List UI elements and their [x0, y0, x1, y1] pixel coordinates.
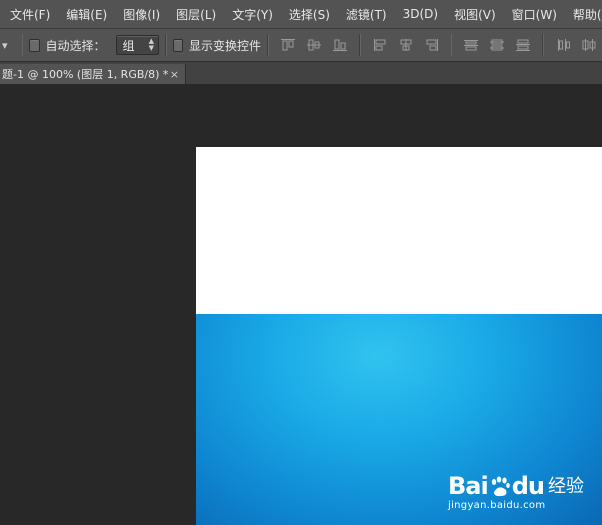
menu-file[interactable]: 文件(F) — [0, 0, 58, 28]
distribute-left-edges-icon — [558, 39, 571, 51]
menu-bar: 文件(F) 编辑(E) 图像(I) 图层(L) 文字(Y) 选择(S) 滤镜(T… — [0, 0, 602, 29]
options-divider — [267, 34, 269, 56]
align-horizontal-centers-icon — [400, 39, 412, 51]
distribute-bottom-edges-icon — [516, 39, 531, 51]
distribute-horizontal-buttons — [550, 34, 602, 56]
options-divider — [450, 34, 453, 56]
options-divider — [542, 34, 545, 56]
distribute-horizontal-centers-icon — [582, 39, 596, 51]
canvas-white-area — [196, 147, 602, 314]
updown-arrows-icon: ▲ ▼ — [148, 37, 154, 52]
tool-preset-dropdown[interactable]: ▾ — [0, 29, 16, 61]
distribute-top-edges-button[interactable] — [458, 34, 484, 56]
document-tab[interactable]: 题-1 @ 100% (图层 1, RGB/8) * × — [0, 64, 186, 84]
menu-window[interactable]: 窗口(W) — [504, 0, 565, 28]
watermark-jingyan: 经验 — [548, 476, 584, 497]
menu-edit[interactable]: 编辑(E) — [58, 0, 115, 28]
show-transform-label: 显示变换控件 — [189, 38, 262, 53]
options-divider — [21, 34, 24, 56]
watermark-logo: Bai du 经验 — [448, 474, 584, 498]
menu-3d[interactable]: 3D(D) — [395, 0, 446, 28]
align-right-edges-button[interactable] — [419, 34, 445, 56]
distribute-left-edges-button[interactable] — [550, 34, 576, 56]
align-buttons — [275, 34, 353, 56]
align-top-edges-button[interactable] — [275, 34, 301, 56]
options-bar: ▾ 自动选择： 组 ▲ ▼ 显示变换控件 — [0, 29, 602, 62]
auto-select-checkbox[interactable] — [29, 38, 40, 52]
align-horizontal-centers-button[interactable] — [393, 34, 419, 56]
distribute-horizontal-centers-button[interactable] — [576, 34, 602, 56]
align-left-edges-button[interactable] — [367, 34, 393, 56]
watermark-brand-suffix: du — [511, 472, 545, 500]
close-icon[interactable]: × — [170, 68, 179, 81]
menu-type[interactable]: 文字(Y) — [224, 0, 281, 28]
distribute-top-edges-icon — [464, 40, 479, 51]
auto-select-label: 自动选择： — [45, 38, 106, 53]
document-tab-title: 题-1 @ 100% (图层 1, RGB/8) * — [2, 68, 169, 81]
distribute-bottom-edges-button[interactable] — [510, 34, 536, 56]
options-divider — [165, 34, 167, 56]
menu-image[interactable]: 图像(I) — [115, 0, 168, 28]
align-vertical-centers-button[interactable] — [301, 34, 327, 56]
align-top-edges-icon — [280, 39, 295, 51]
align-left-edges-icon — [373, 39, 386, 51]
menu-filter[interactable]: 滤镜(T) — [338, 0, 395, 28]
distribute-vertical-centers-button[interactable] — [484, 34, 510, 56]
options-divider — [358, 34, 361, 56]
menu-view[interactable]: 视图(V) — [446, 0, 504, 28]
auto-select-target-dropdown[interactable]: 组 ▲ ▼ — [115, 35, 159, 55]
align-bottom-edges-icon — [332, 39, 347, 51]
show-transform-checkbox[interactable] — [172, 38, 183, 52]
distribute-buttons — [458, 34, 536, 56]
baidu-jingyan-watermark: Bai du 经验 jingyan.baidu.com — [448, 474, 584, 511]
layer-image: Bai du 经验 jingyan.baidu.com — [196, 314, 602, 525]
auto-select-target-value: 组 — [122, 38, 135, 53]
watermark-brand: Bai — [448, 472, 489, 500]
watermark-url: jingyan.baidu.com — [448, 500, 546, 511]
menu-layer[interactable]: 图层(L) — [168, 0, 224, 28]
distribute-vertical-centers-icon — [490, 39, 505, 51]
document-canvas[interactable]: Bai du 经验 jingyan.baidu.com — [196, 147, 602, 525]
align-right-edges-icon — [426, 39, 438, 51]
paw-icon — [491, 476, 510, 497]
menu-help[interactable]: 帮助(H) — [565, 0, 602, 28]
document-tab-bar: 题-1 @ 100% (图层 1, RGB/8) * × — [0, 62, 602, 85]
menu-select[interactable]: 选择(S) — [281, 0, 338, 28]
align-vertical-centers-icon — [306, 39, 321, 51]
align-horizontal-buttons — [367, 34, 445, 56]
align-bottom-edges-button[interactable] — [327, 34, 353, 56]
